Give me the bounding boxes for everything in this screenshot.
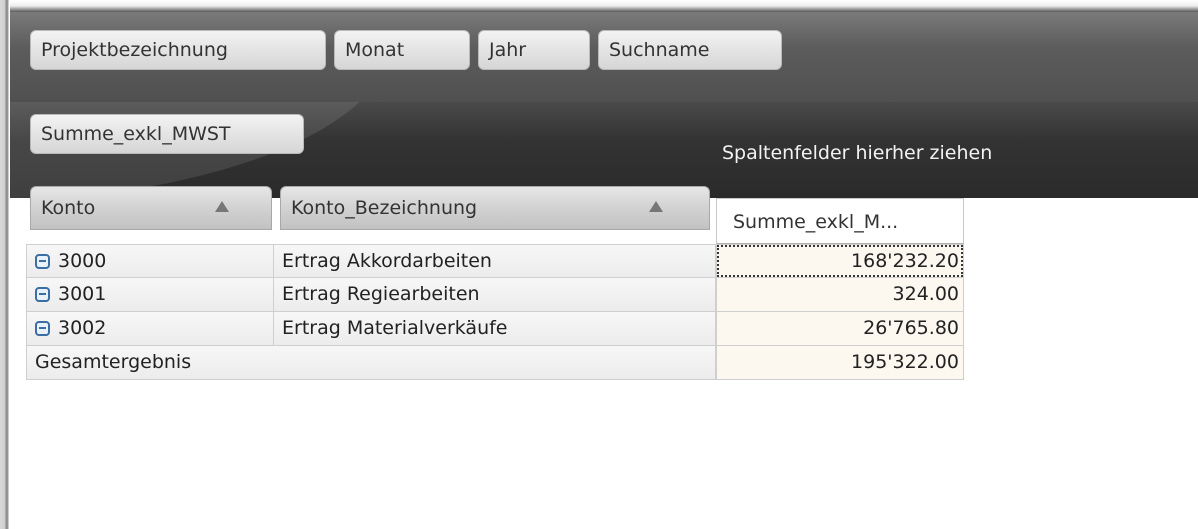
grand-total-label[interactable]: Gesamtergebnis	[26, 346, 716, 380]
row-header-konto-bezeichnung[interactable]: Konto_Bezeichnung	[280, 186, 710, 230]
data-column-header[interactable]: Summe_exkl_M...	[716, 198, 964, 244]
row-header-bezeichnung-label: Konto_Bezeichnung	[291, 197, 478, 219]
collapse-minus-icon[interactable]	[35, 287, 50, 302]
sort-ascending-icon[interactable]	[215, 201, 229, 212]
table-row: 3001 Ertrag Regiearbeiten 324.00	[26, 278, 964, 312]
column-drop-hint: Spaltenfelder hierher ziehen	[722, 142, 993, 164]
collapse-minus-icon[interactable]	[35, 254, 50, 269]
bezeichnung-cell[interactable]: Ertrag Akkordarbeiten	[274, 244, 716, 278]
table-row: 3000 Ertrag Akkordarbeiten 168'232.20	[26, 244, 964, 278]
sort-ascending-icon[interactable]	[649, 201, 663, 212]
row-header-konto-label: Konto	[41, 197, 96, 219]
data-field-summe[interactable]: Summe_exkl_MWST	[30, 114, 304, 154]
konto-value: 3000	[58, 250, 107, 272]
bezeichnung-cell[interactable]: Ertrag Materialverkäufe	[274, 312, 716, 346]
row-header-konto[interactable]: Konto	[30, 186, 272, 230]
value-cell[interactable]: 26'765.80	[716, 312, 964, 346]
filter-field-monat[interactable]: Monat	[334, 30, 470, 70]
window-top-border	[8, 0, 1198, 12]
filter-field-suchname[interactable]: Suchname	[598, 30, 782, 70]
window-left-border	[0, 0, 10, 529]
grand-total-row: Gesamtergebnis 195'322.00	[26, 346, 964, 380]
filter-field-projektbezeichnung[interactable]: Projektbezeichnung	[30, 30, 326, 70]
konto-cell[interactable]: 3002	[26, 312, 274, 346]
konto-cell[interactable]: 3001	[26, 278, 274, 312]
grand-total-value[interactable]: 195'322.00	[716, 346, 964, 380]
value-cell[interactable]: 168'232.20	[716, 244, 964, 278]
konto-value: 3002	[58, 317, 107, 339]
value-cell[interactable]: 324.00	[716, 278, 964, 312]
bezeichnung-cell[interactable]: Ertrag Regiearbeiten	[274, 278, 716, 312]
filter-field-jahr[interactable]: Jahr	[478, 30, 590, 70]
collapse-minus-icon[interactable]	[35, 321, 50, 336]
table-row: 3002 Ertrag Materialverkäufe 26'765.80	[26, 312, 964, 346]
konto-value: 3001	[58, 283, 107, 305]
konto-cell[interactable]: 3000	[26, 244, 274, 278]
